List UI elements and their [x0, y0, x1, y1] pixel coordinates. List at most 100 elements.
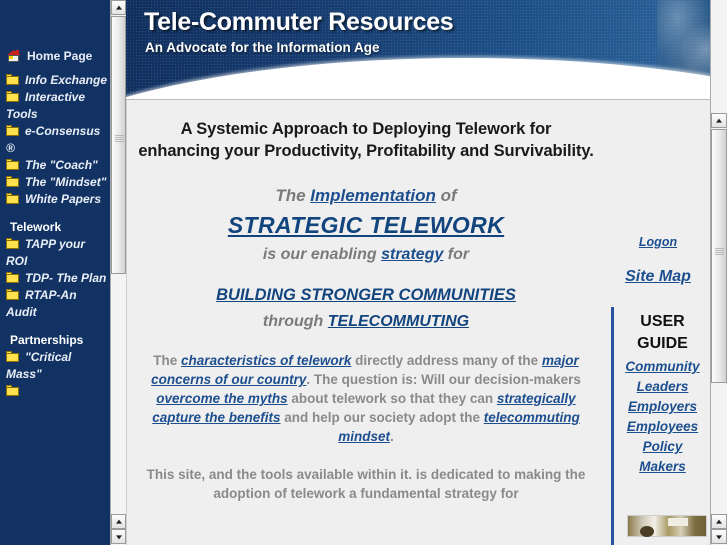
site-title: Tele-Commuter Resources: [144, 8, 454, 36]
strategic-telework-link[interactable]: STRATEGIC TELEWORK: [228, 212, 504, 238]
folder-icon: [6, 193, 19, 204]
sidebar-item-tapp-your-roi[interactable]: TAPP your ROI: [0, 236, 110, 270]
scroll-down-button[interactable]: [111, 529, 126, 544]
p1-t2: directly address many of the: [351, 353, 542, 368]
tagline-line-3: is our enabling strategy for: [127, 242, 605, 268]
tagline-block: The Implementation of STRATEGIC TELEWORK…: [127, 184, 605, 335]
sidebar-item-rtap-an-audit[interactable]: RTAP-An Audit: [0, 287, 110, 321]
folder-icon: [6, 176, 19, 187]
guide-link-leaders[interactable]: Leaders: [637, 379, 689, 394]
folder-icon: [6, 272, 19, 283]
scroll-down-button[interactable]: [711, 529, 727, 544]
tagline-5-pre: through: [262, 313, 328, 330]
list-item[interactable]: Leaders: [614, 377, 710, 397]
tagline-1-pre: The: [275, 186, 311, 205]
p1-t5: and help our society adopt the: [280, 410, 484, 425]
guide-link-employees[interactable]: Employees: [627, 419, 698, 434]
tagline-line-4: BUILDING STRONGER COMMUNITIES: [127, 282, 605, 309]
folder-icon: [6, 289, 19, 300]
left-frame-scrollbar[interactable]: [110, 0, 126, 545]
sidebar-item-critical-mass[interactable]: "Critical Mass": [0, 349, 110, 383]
implementation-link[interactable]: Implementation: [310, 186, 436, 205]
building-stronger-communities-link[interactable]: BUILDING STRONGER COMMUNITIES: [216, 286, 516, 304]
p1-t1: The: [153, 353, 182, 368]
tagline-line-5: through TELECOMMUTING: [127, 309, 605, 335]
sidebar-spacer-dot: ·: [4, 63, 8, 74]
photo-strip-thumbnail: [627, 515, 707, 537]
list-item[interactable]: Employers: [614, 397, 710, 417]
sidebar-item-the-coach[interactable]: The "Coach": [0, 157, 110, 174]
strategy-link[interactable]: strategy: [381, 246, 443, 263]
scroll-up-button-bottom[interactable]: [711, 514, 727, 529]
tagline-line-2: STRATEGIC TELEWORK: [127, 208, 605, 242]
tagline-3-post: for: [443, 246, 470, 263]
telecommuting-link[interactable]: TELECOMMUTING: [328, 313, 469, 330]
list-item[interactable]: Policy: [614, 437, 710, 457]
guide-link-makers[interactable]: Makers: [639, 459, 686, 474]
list-item[interactable]: Makers: [614, 457, 710, 477]
tagline-line-1: The Implementation of: [127, 184, 605, 208]
guide-link-employers[interactable]: Employers: [628, 399, 697, 414]
sidebar-spacer-dot: ·: [4, 319, 8, 330]
sidebar-item-the-mindset[interactable]: The "Mindset": [0, 174, 110, 191]
guide-link-community[interactable]: Community: [625, 359, 699, 374]
sidebar-group-partnerships[interactable]: Partnerships: [0, 332, 110, 349]
folder-icon: [6, 351, 19, 362]
sidebar-item-tdp-the-plan[interactable]: TDP- The Plan: [0, 270, 110, 287]
folder-icon: [6, 159, 19, 170]
folder-icon: [6, 125, 19, 136]
list-item[interactable]: Employees: [614, 417, 710, 437]
sidebar-item-home-page[interactable]: Home Page: [0, 48, 110, 65]
user-guide-title: USER GUIDE: [614, 307, 710, 355]
sidebar-spacer-dot: ·: [4, 206, 8, 217]
main-content-column: A Systemic Approach to Deploying Telewor…: [127, 100, 605, 503]
guide-link-policy[interactable]: Policy: [643, 439, 683, 454]
sitemap-container: Site Map: [605, 268, 710, 286]
tagline-1-post: of: [435, 186, 457, 205]
p1-t6: .: [390, 429, 394, 444]
sidebar-item-label: e-Consensus ®: [6, 124, 101, 155]
user-guide-title-line2: GUIDE: [637, 335, 688, 352]
folder-icon: [6, 91, 19, 102]
main-content-frame: A Systemic Approach to Deploying Telewor…: [126, 100, 710, 545]
p1-t4: about telework so that they can: [287, 391, 497, 406]
p1-t3: . The question is: Will our decision-mak…: [306, 372, 581, 387]
scroll-up-button[interactable]: [111, 0, 126, 15]
sidebar-item-label: The "Mindset": [25, 175, 107, 189]
headline-line-2: enhancing your Productivity, Profitabili…: [138, 142, 594, 160]
browser-viewport: Home Page · Info Exchange Interactive To…: [0, 0, 727, 545]
logon-link[interactable]: Logon: [639, 235, 677, 249]
site-tagline: An Advocate for the Information Age: [145, 40, 380, 55]
user-guide-title-line1: USER: [640, 313, 685, 330]
sidebar-item-label: Info Exchange: [25, 73, 108, 87]
user-guide-box: USER GUIDE Community Leaders Employers E…: [611, 307, 710, 545]
scroll-up-button[interactable]: [711, 113, 727, 128]
page-headline: A Systemic Approach to Deploying Telewor…: [137, 118, 595, 162]
scroll-up-button-bottom[interactable]: [111, 514, 126, 529]
sidebar-item-info-exchange[interactable]: Info Exchange: [0, 72, 110, 89]
scrollbar-thumb[interactable]: [711, 129, 727, 383]
sidebar-item-white-papers[interactable]: White Papers: [0, 191, 110, 208]
headline-line-1: A Systemic Approach to Deploying Telewor…: [180, 120, 552, 138]
list-item[interactable]: Community: [614, 357, 710, 377]
user-guide-links: Community Leaders Employers Employees Po…: [614, 357, 710, 477]
site-map-link[interactable]: Site Map: [625, 268, 691, 285]
scrollbar-thumb[interactable]: [111, 16, 126, 274]
main-frame-scrollbar[interactable]: [710, 0, 727, 545]
home-icon: [6, 50, 21, 62]
logon-container: Logon: [605, 233, 710, 251]
sidebar-item-label: The "Coach": [25, 158, 98, 172]
sidebar-item-label: White Papers: [25, 192, 102, 206]
overcome-the-myths-link[interactable]: overcome the myths: [156, 391, 287, 406]
folder-icon: [6, 74, 19, 85]
left-sidebar-nav: Home Page · Info Exchange Interactive To…: [0, 0, 110, 545]
sidebar-item-interactive-tools[interactable]: Interactive Tools: [0, 89, 110, 123]
sidebar-item-next[interactable]: [0, 383, 110, 400]
sidebar-group-telework[interactable]: Telework: [0, 219, 110, 236]
sidebar-item-label: Home Page: [27, 49, 93, 63]
folder-icon: [6, 385, 19, 396]
sidebar-item-e-consensus[interactable]: e-Consensus ®: [0, 123, 110, 157]
characteristics-of-telework-link[interactable]: characteristics of telework: [181, 353, 351, 368]
secondary-paragraph: This site, and the tools available withi…: [146, 467, 586, 501]
folder-icon: [6, 238, 19, 249]
